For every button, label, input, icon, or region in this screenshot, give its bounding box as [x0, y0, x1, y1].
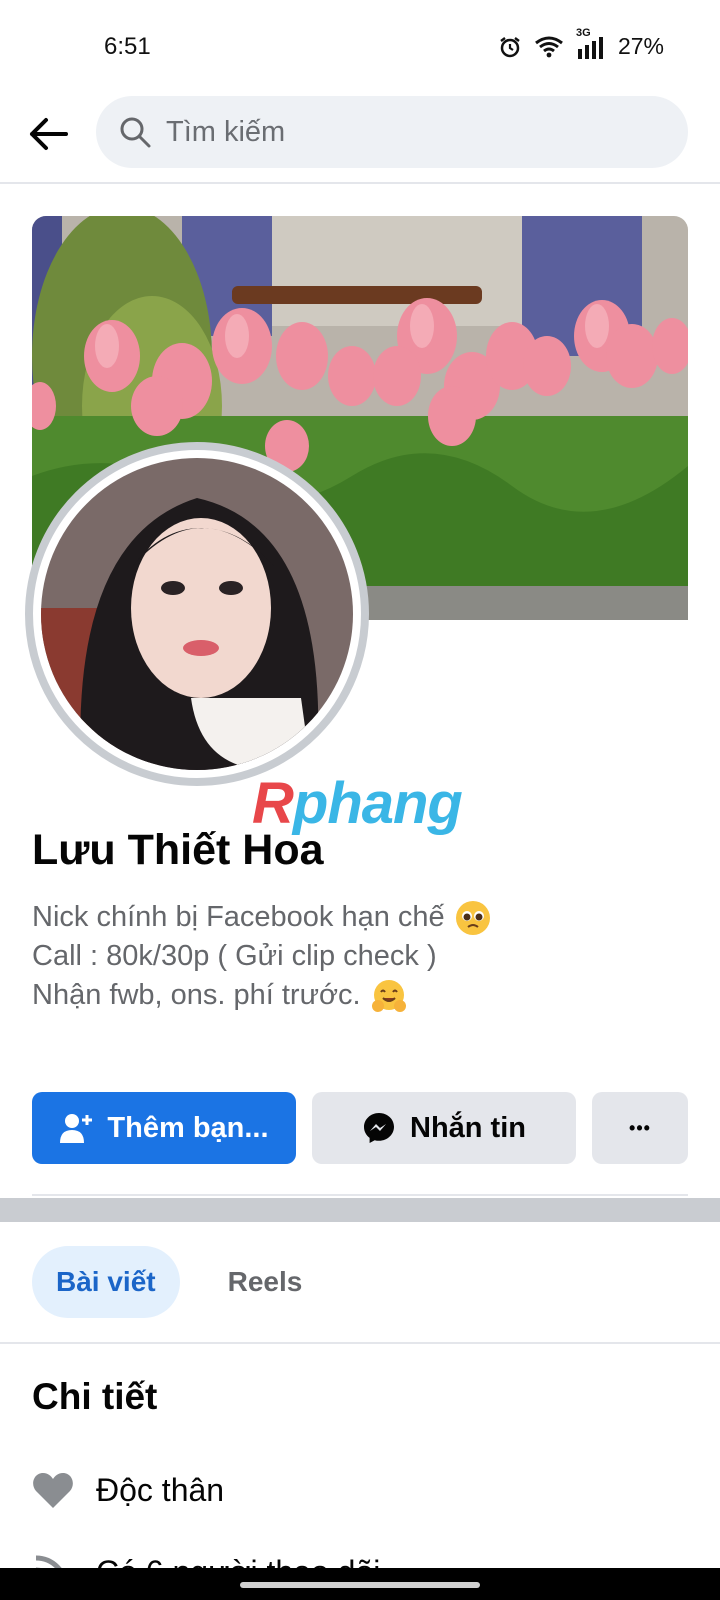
add-friend-button[interactable]: Thêm bạn...: [32, 1092, 296, 1164]
messenger-icon: [364, 1113, 394, 1143]
pleading-face-emoji-icon: [455, 900, 491, 936]
section-divider: [0, 1198, 720, 1222]
message-label: Nhắn tin: [410, 1111, 526, 1144]
heart-icon: [33, 1473, 73, 1508]
signal-icon: 3G: [576, 27, 606, 59]
divider: [32, 1194, 688, 1196]
status-icons: 3G 27%: [498, 27, 664, 60]
system-gesture-bar: [0, 1568, 720, 1600]
tab-posts[interactable]: Bài viết: [32, 1246, 180, 1318]
add-friend-label: Thêm bạn...: [107, 1111, 269, 1144]
profile-avatar[interactable]: [25, 442, 369, 786]
status-time: 6:51: [104, 33, 151, 60]
message-button[interactable]: Nhắn tin: [312, 1092, 576, 1164]
avatar-photo: [41, 458, 353, 770]
detail-text: Độc thân: [96, 1471, 225, 1508]
search-header: [0, 92, 720, 184]
search-input[interactable]: [166, 115, 646, 149]
bio-text: Call : 80k/30p ( Gửi clip check ): [32, 940, 437, 972]
add-friend-icon: [60, 1114, 93, 1143]
profile-actions: Thêm bạn... Nhắn tin •••: [32, 1092, 688, 1164]
back-arrow-icon: [30, 118, 68, 150]
bio-text: Nick chính bị Facebook hạn chế: [32, 901, 445, 933]
bio-line: Nick chính bị Facebook hạn chế: [32, 898, 491, 937]
profile-name: Lưu Thiết Hoa: [32, 826, 324, 874]
profile-bio: Nick chính bị Facebook hạn chế Call : 80…: [32, 898, 491, 1015]
search-box[interactable]: [96, 96, 688, 168]
battery-text: 27%: [617, 33, 664, 59]
bio-line: Nhận fwb, ons. phí trước.: [32, 976, 491, 1015]
wifi-icon: [534, 35, 564, 59]
hugging-face-emoji-icon: [371, 978, 407, 1014]
home-indicator[interactable]: [240, 1582, 480, 1588]
back-button[interactable]: [24, 110, 72, 158]
detail-relationship: Độc thân: [32, 1470, 224, 1510]
more-icon: •••: [629, 1117, 651, 1138]
alarm-icon: [498, 35, 522, 59]
divider: [0, 1342, 720, 1344]
status-bar: 6:51 3G 27%: [0, 0, 720, 96]
more-options-button[interactable]: •••: [592, 1092, 688, 1164]
profile-tabs: Bài viết Reels: [32, 1246, 326, 1318]
bio-line: Call : 80k/30p ( Gửi clip check ): [32, 937, 491, 976]
network-type: 3G: [575, 26, 591, 39]
details-title: Chi tiết: [32, 1376, 158, 1417]
bio-text: Nhận fwb, ons. phí trước.: [32, 979, 361, 1011]
search-icon: [120, 117, 151, 148]
tab-reels[interactable]: Reels: [204, 1246, 327, 1318]
